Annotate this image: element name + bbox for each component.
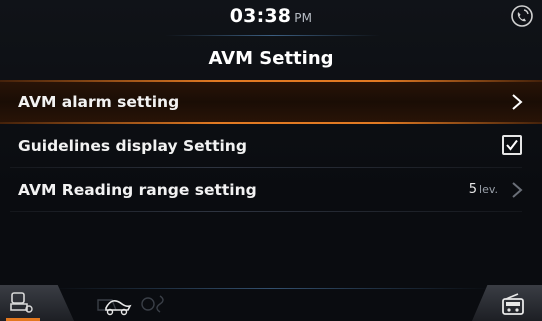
- bottom-bar: [0, 280, 542, 321]
- clock: 03:38 PM: [0, 5, 542, 27]
- menu-item-guidelines-display-setting[interactable]: Guidelines display Setting: [0, 124, 542, 168]
- radio-tab[interactable]: [472, 285, 542, 321]
- status-bar: 03:38 PM: [0, 0, 542, 36]
- checkmark-icon: [506, 139, 518, 151]
- menu-item-avm-reading-range-setting[interactable]: AVM Reading range setting 5 lev.: [0, 168, 542, 212]
- reading-range-unit: lev.: [479, 183, 498, 196]
- clock-time: 03:38: [229, 5, 292, 27]
- radio-icon: [502, 293, 524, 315]
- chevron-right-icon: [512, 182, 523, 198]
- menu-item-label: Guidelines display Setting: [18, 137, 247, 155]
- bottom-divider: [50, 288, 492, 289]
- row-separator: [10, 211, 522, 212]
- menu-item-label: AVM Reading range setting: [18, 181, 257, 199]
- chevron-right-icon: [512, 94, 523, 110]
- vehicle-settings-icon: [10, 292, 33, 313]
- reading-range-value: 5 lev.: [469, 168, 498, 212]
- page-title: AVM Setting: [208, 48, 334, 69]
- status-divider: [165, 35, 380, 36]
- menu-item-label: AVM alarm setting: [18, 93, 180, 111]
- guidelines-display-checkbox[interactable]: [502, 135, 522, 155]
- phone-connection-icon[interactable]: [510, 4, 534, 28]
- eco-icons: [97, 295, 164, 316]
- avm-setting-screen: 03:38 PM AVM Setting AVM alarm setting Gu…: [0, 0, 542, 321]
- settings-menu: AVM alarm setting Guidelines display Set…: [0, 80, 542, 212]
- reading-range-number: 5: [468, 182, 478, 197]
- vehicle-settings-tab[interactable]: [0, 285, 74, 321]
- menu-item-avm-alarm-setting[interactable]: AVM alarm setting: [0, 80, 542, 124]
- clock-ampm: PM: [294, 11, 313, 25]
